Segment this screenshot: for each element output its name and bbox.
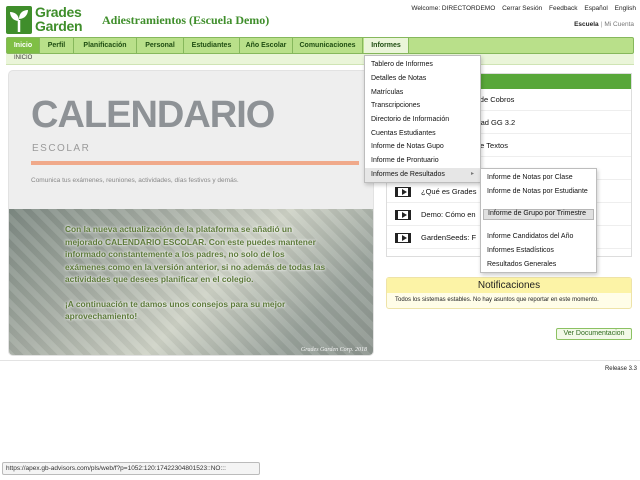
video-play-icon xyxy=(395,210,411,220)
sprout-icon xyxy=(6,6,32,34)
divider xyxy=(31,161,359,165)
main-nav: Inicio Perfil Planificación Personal Est… xyxy=(6,37,634,54)
nav-personal[interactable]: Personal xyxy=(137,38,184,53)
menu-item-directorio[interactable]: Directorio de Información xyxy=(365,113,480,127)
notifications-text: Todos los sistemas estables. No hay asun… xyxy=(395,297,599,303)
calendar-title: CALENDARIO xyxy=(31,94,275,136)
video-label: GardenSeeds: F xyxy=(421,233,477,242)
announcement-paragraph-2: ¡A continuación te damos unos consejos p… xyxy=(65,298,286,322)
nav-estudiantes[interactable]: Estudiantes xyxy=(184,38,240,53)
nav-ano-escolar[interactable]: Año Escolar xyxy=(240,38,293,53)
nav-planificacion[interactable]: Planificación xyxy=(74,38,137,53)
menu-item-matriculas[interactable]: Matrículas xyxy=(365,86,480,100)
resultados-submenu: Informe de Notas por Clase Informe de No… xyxy=(480,168,597,273)
separator: | xyxy=(600,21,603,28)
feedback-link[interactable]: Feedback xyxy=(549,5,578,12)
logout-link[interactable]: Cerrar Sesión xyxy=(502,5,542,12)
menu-item-resultados-label: Informes de Resultados xyxy=(371,171,445,178)
school-link[interactable]: Escuela xyxy=(574,21,599,28)
submenu-item-notas-clase[interactable]: Informe de Notas por Clase xyxy=(483,174,594,183)
school-links: Escuela | Mi Cuenta xyxy=(574,21,634,28)
footer-divider xyxy=(0,360,640,361)
calendar-description: Comunica tus exámenes, reuniones, activi… xyxy=(31,177,239,184)
view-documentation-button[interactable]: Ver Documentacion xyxy=(556,328,632,340)
menu-item-resultados[interactable]: Informes de Resultados ▸ xyxy=(365,168,480,182)
submenu-item-candidatos[interactable]: Informe Candidatos del Año xyxy=(483,233,594,242)
notifications-panel: Notificaciones Todos los sistemas establ… xyxy=(386,277,632,309)
submenu-item-grupo-trimestre[interactable]: Informe de Grupo por Trimestre xyxy=(483,209,594,220)
video-label: ¿Qué es Grades xyxy=(421,187,477,196)
logo-text: Grades Garden xyxy=(35,4,83,34)
nav-inicio[interactable]: Inicio xyxy=(7,38,40,53)
breadcrumb: INICIO xyxy=(6,54,634,65)
menu-item-cuentas[interactable]: Cuentas Estudiantes xyxy=(365,127,480,141)
welcome-text: Welcome: DIRECTORDEMO xyxy=(411,5,496,12)
photo-credit: Grades Garden Corp. 2018 xyxy=(300,347,367,353)
breadcrumb-inicio[interactable]: INICIO xyxy=(14,55,32,61)
menu-item-prontuario[interactable]: Informe de Prontuario xyxy=(365,154,480,168)
calendar-subtitle: ESCOLAR xyxy=(32,143,91,154)
video-play-icon xyxy=(395,233,411,243)
submenu-item-estadisticos[interactable]: Informes Estadísticos xyxy=(483,247,594,256)
submenu-item-resultados-generales[interactable]: Resultados Generales xyxy=(483,261,594,270)
submenu-arrow-icon: ▸ xyxy=(470,171,474,177)
release-version: Release 3.3 xyxy=(604,366,637,372)
grades-garden-logo[interactable]: Grades Garden xyxy=(6,5,94,35)
nav-informes[interactable]: Informes xyxy=(364,38,409,53)
my-account-link[interactable]: Mi Cuenta xyxy=(604,21,634,28)
calendar-photo: Con la nueva actualización de la platafo… xyxy=(9,209,373,355)
top-links: Welcome: DIRECTORDEMO Cerrar Sesión Feed… xyxy=(406,5,636,12)
calendar-announcement: Con la nueva actualización de la platafo… xyxy=(65,223,327,323)
lang-en-link[interactable]: English xyxy=(615,5,636,12)
logo-line-2: Garden xyxy=(35,18,83,34)
status-bar-url: https://apex.gb-advisors.com/pls/web/f?p… xyxy=(2,462,260,475)
informes-menu: Tablero de Informes Detalles de Notas Ma… xyxy=(364,55,481,183)
video-play-icon xyxy=(395,187,411,197)
app-title: Adiestramientos (Escuela Demo) xyxy=(102,13,270,27)
submenu-item-notas-estudiante[interactable]: Informe de Notas por Estudiante xyxy=(483,188,594,197)
lang-es-link[interactable]: Español xyxy=(584,5,608,12)
notifications-title: Notificaciones xyxy=(387,278,631,293)
menu-item-detalles-notas[interactable]: Detalles de Notas xyxy=(365,72,480,86)
menu-item-notas-grupo[interactable]: Informe de Notas Gupo xyxy=(365,140,480,154)
nav-comunicaciones[interactable]: Comunicaciones xyxy=(293,38,363,53)
logo-line-1: Grades xyxy=(35,4,82,20)
nav-perfil[interactable]: Perfil xyxy=(40,38,74,53)
announcement-paragraph-1: Con la nueva actualización de la platafo… xyxy=(65,224,326,284)
menu-item-transcripciones[interactable]: Transcripciones xyxy=(365,99,480,113)
menu-item-tablero[interactable]: Tablero de Informes xyxy=(365,58,480,72)
calendar-banner[interactable]: CALENDARIO ESCOLAR Comunica tus exámenes… xyxy=(8,70,374,356)
video-label: Demo: Cómo en xyxy=(421,210,476,219)
